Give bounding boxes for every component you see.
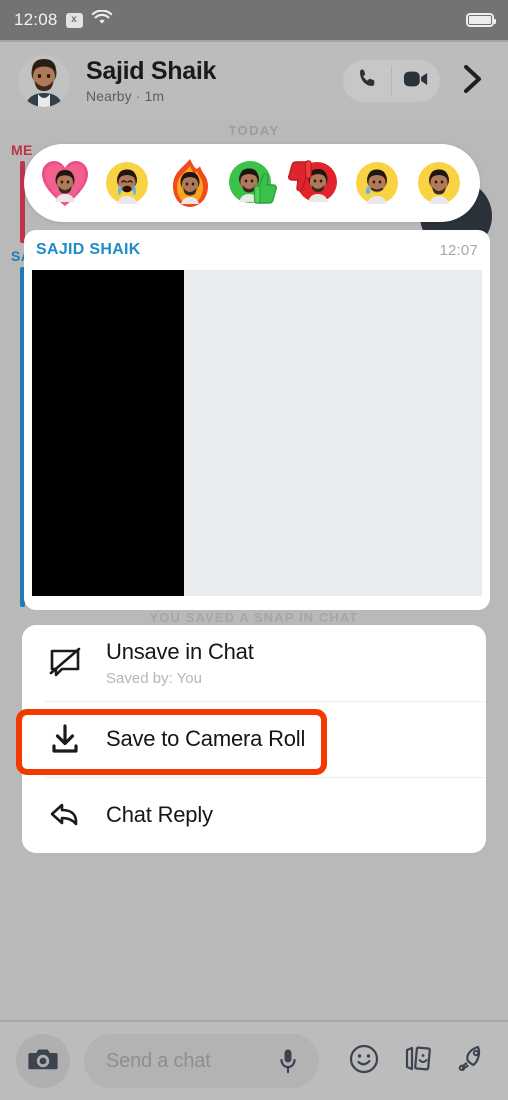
sticker-cards-button[interactable] bbox=[402, 1043, 434, 1080]
x-badge-icon: x bbox=[65, 12, 83, 28]
status-bar-left: 12:08 x bbox=[14, 9, 113, 31]
menu-item-unsave-in-chat[interactable]: Unsave in Chat Saved by: You bbox=[22, 625, 486, 701]
rocket-button[interactable] bbox=[456, 1043, 488, 1080]
video-call-button[interactable] bbox=[392, 60, 440, 102]
heart-bitmoji-reaction[interactable] bbox=[38, 156, 92, 210]
menu-item-title: Chat Reply bbox=[106, 802, 213, 828]
camera-icon bbox=[28, 1046, 58, 1077]
sticker-cards-icon bbox=[402, 1043, 434, 1080]
neutral-bitmoji-reaction[interactable] bbox=[412, 156, 466, 210]
chat-input-bar: Send a chat bbox=[0, 1022, 508, 1100]
audio-call-button[interactable] bbox=[343, 60, 391, 102]
chat-header: Sajid Shaik Nearby · 1m bbox=[0, 42, 508, 120]
status-bar-right bbox=[466, 13, 496, 27]
menu-item-title: Save to Camera Roll bbox=[106, 726, 306, 752]
crying-bitmoji-reaction[interactable] bbox=[100, 156, 154, 210]
menu-item-labels: Chat Reply bbox=[106, 802, 213, 827]
thumbs-up-bitmoji-reaction[interactable] bbox=[225, 156, 279, 210]
smiley-sticker-button[interactable] bbox=[348, 1043, 380, 1080]
chevron-right-icon bbox=[461, 64, 485, 99]
emoji-reaction-bar[interactable] bbox=[24, 144, 480, 222]
next-button[interactable] bbox=[456, 60, 490, 102]
battery-icon bbox=[466, 13, 496, 27]
contact-status: Nearby · 1m bbox=[86, 88, 165, 105]
snap-media-black-region bbox=[32, 270, 184, 596]
snap-message-card[interactable]: SAJID SHAIK 12:07 bbox=[24, 230, 490, 610]
camera-button[interactable] bbox=[16, 1034, 70, 1088]
thumbs-down-bitmoji-reaction[interactable] bbox=[287, 156, 341, 210]
sweat-bitmoji-reaction[interactable] bbox=[350, 156, 404, 210]
avatar[interactable] bbox=[18, 55, 70, 107]
snap-sender-name: SAJID SHAIK bbox=[36, 241, 141, 258]
snap-timestamp: 12:07 bbox=[439, 241, 478, 259]
menu-item-subtitle: Saved by: You bbox=[106, 669, 202, 687]
status-bar: 12:08 x bbox=[0, 0, 508, 40]
chat-input-field[interactable]: Send a chat bbox=[84, 1034, 319, 1088]
header-actions bbox=[343, 60, 490, 102]
menu-item-labels: Unsave in Chat Saved by: You bbox=[106, 639, 254, 686]
header-text-block: Sajid Shaik Nearby · 1m bbox=[86, 56, 217, 105]
sender-rail-label: ME bbox=[11, 142, 33, 158]
wifi-icon bbox=[91, 9, 113, 31]
smiley-sticker-icon bbox=[348, 1043, 380, 1080]
conversation-area: TODAY ME SAJID SHAIK 12:07 YOU SAVED A S… bbox=[0, 120, 508, 1020]
chat-input-placeholder: Send a chat bbox=[106, 1049, 211, 1072]
unsave-chat-icon bbox=[44, 646, 86, 680]
menu-item-title: Unsave in Chat bbox=[106, 639, 254, 665]
download-icon bbox=[44, 723, 86, 755]
menu-item-chat-reply[interactable]: Chat Reply bbox=[22, 777, 486, 853]
battery-fill bbox=[469, 16, 491, 24]
snap-context-menu: Unsave in Chat Saved by: You Save to Cam… bbox=[22, 625, 486, 853]
date-divider: TODAY bbox=[228, 123, 280, 138]
contact-name: Sajid Shaik bbox=[86, 56, 217, 85]
microphone-icon[interactable] bbox=[279, 1048, 297, 1074]
saved-status-text: YOU SAVED A SNAP IN CHAT bbox=[149, 610, 359, 625]
fire-bitmoji-reaction[interactable] bbox=[163, 156, 217, 210]
rocket-icon bbox=[456, 1043, 488, 1080]
phone-icon bbox=[356, 67, 379, 95]
menu-item-save-to-camera-roll[interactable]: Save to Camera Roll bbox=[22, 701, 486, 777]
call-pill bbox=[343, 60, 440, 102]
video-camera-icon bbox=[403, 69, 429, 94]
bottom-icon-group bbox=[348, 1043, 492, 1080]
snap-card-header: SAJID SHAIK 12:07 bbox=[24, 230, 490, 270]
snap-media-preview[interactable] bbox=[32, 270, 482, 596]
status-time: 12:08 bbox=[14, 10, 58, 29]
reply-arrow-icon bbox=[44, 800, 86, 830]
menu-item-labels: Save to Camera Roll bbox=[106, 726, 305, 751]
